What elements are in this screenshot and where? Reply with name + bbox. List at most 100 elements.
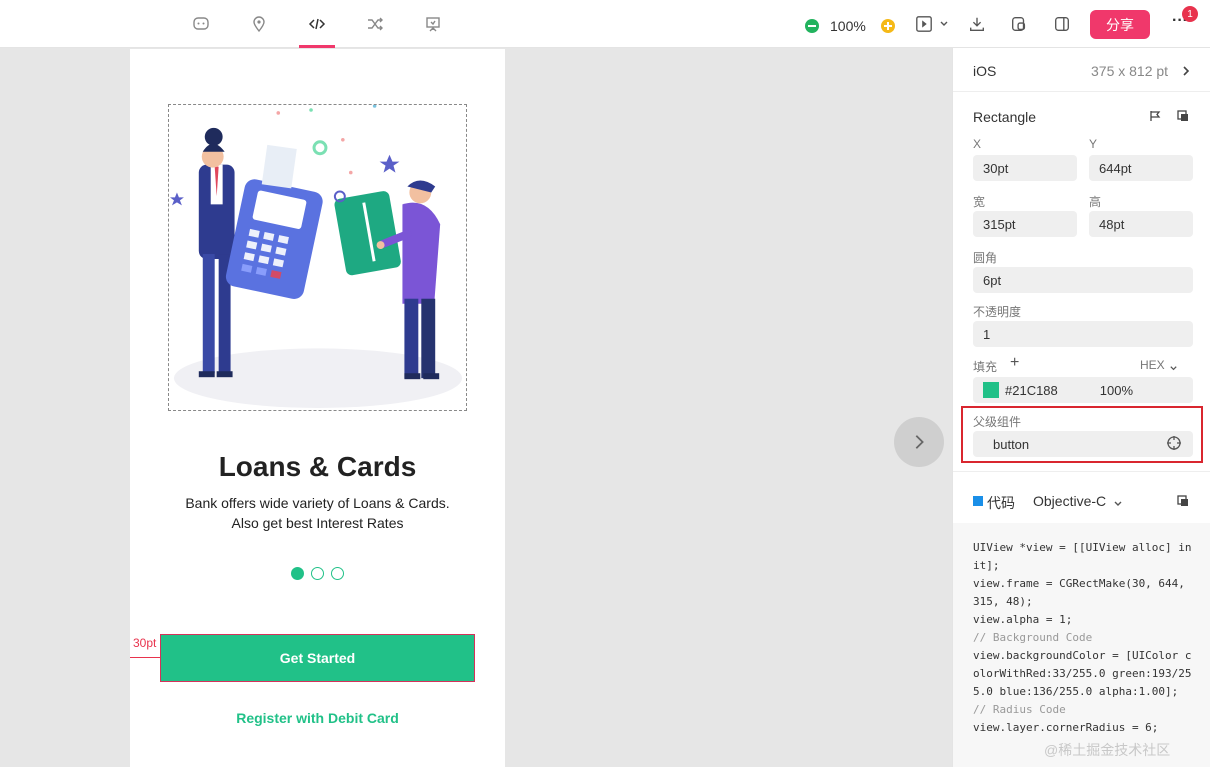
code-line: view.layer.cornerRadius = 6; [973, 721, 1159, 734]
preview-dropdown[interactable] [937, 14, 951, 34]
code-line: 5.0 blue:136/255.0 alpha:1.00]; [973, 685, 1179, 698]
download-icon [970, 17, 984, 31]
tab-code[interactable] [299, 10, 335, 38]
add-fill-button[interactable]: + [1010, 355, 1019, 371]
divider [953, 471, 1210, 472]
description-line-1: Bank offers wide variety of Loans & Card… [185, 495, 450, 511]
chevron-down-icon [1170, 366, 1177, 371]
watermark: @稀土掘金技术社区 [1044, 742, 1171, 758]
opacity-field[interactable]: 1 [973, 321, 1193, 347]
locate-parent-button[interactable] [1166, 435, 1182, 456]
inspector-panel: iOS 375 x 812 pt Rectangle X Y 30pt 644p… [952, 48, 1210, 767]
screen-description: Bank offers wide variety of Loans & Card… [130, 493, 505, 533]
y-label: Y [1089, 137, 1098, 151]
code-line: it]; [973, 559, 1000, 572]
code-line: UIView *view = [[UIView alloc] in [973, 541, 1192, 554]
flag-icon [1150, 111, 1161, 121]
screen-title: Loans & Cards [218, 451, 417, 482]
duplicate-icon [1177, 110, 1188, 121]
copy-code-button[interactable] [1177, 494, 1189, 512]
active-tab-indicator [299, 45, 335, 48]
next-screen-button[interactable] [894, 417, 944, 467]
radius-field[interactable]: 6pt [973, 267, 1193, 293]
tab-location[interactable] [241, 10, 277, 38]
zoom-in-button[interactable] [881, 19, 895, 33]
page-dot[interactable] [291, 567, 304, 580]
location-icon [253, 16, 265, 33]
fill-field[interactable]: #21C188 100% [973, 377, 1193, 403]
divider [953, 91, 1210, 92]
height-field[interactable]: 48pt [1089, 211, 1193, 237]
share-button[interactable]: 分享 [1090, 10, 1150, 39]
get-started-button[interactable]: Get Started [160, 634, 475, 682]
device-size: 375 x 812 pt [1091, 63, 1169, 79]
preview-button[interactable] [914, 14, 934, 34]
code-section-label: 代码 [987, 495, 1015, 511]
x-field[interactable]: 30pt [973, 155, 1077, 181]
page-indicator [291, 567, 344, 580]
download-button[interactable] [967, 14, 987, 34]
presentation-icon [426, 17, 440, 32]
zoom-out-button[interactable] [805, 19, 819, 33]
code-language-select[interactable]: Objective-C [1033, 493, 1106, 509]
parent-component-label: 父级组件 [973, 415, 1022, 429]
code-snippet[interactable]: UIView *view = [[UIView alloc] in it]; vie… [953, 523, 1210, 767]
chevron-right-icon [1183, 66, 1190, 76]
color-swatch[interactable] [983, 382, 999, 398]
fill-format-dropdown[interactable] [1169, 360, 1178, 378]
code-comment: // Radius Code [973, 703, 1066, 716]
code-line: view.frame = CGRectMake(30, 644, [973, 577, 1185, 590]
code-icon [308, 18, 326, 30]
device-select-button[interactable] [1181, 64, 1191, 82]
code-language-dropdown[interactable] [1113, 496, 1123, 514]
register-debit-card-link[interactable]: Register with Debit Card [130, 710, 505, 726]
illustration-layer[interactable] [168, 104, 467, 411]
copy-icon [1177, 495, 1188, 506]
copy-layer-button[interactable] [1177, 109, 1189, 127]
play-icon [916, 16, 932, 32]
tab-presentation[interactable] [415, 10, 451, 38]
tab-comment[interactable] [183, 10, 219, 38]
chevron-down-icon [940, 21, 948, 26]
code-comment: // Background Code [973, 631, 1093, 644]
fill-hex-value: #21C188 [1005, 382, 1058, 398]
fill-opacity-value: 100% [1099, 382, 1134, 398]
chevron-down-icon [1114, 501, 1122, 506]
distance-guide-label: 30pt [133, 636, 157, 650]
fill-label: 填充 [973, 360, 998, 374]
code-line: 315, 48); [973, 595, 1033, 608]
shuffle-icon [368, 17, 383, 31]
parent-component-field[interactable]: button [973, 431, 1193, 457]
zoom-level: 100% [830, 18, 866, 34]
opacity-label: 不透明度 [973, 305, 1022, 319]
page-dot[interactable] [311, 567, 324, 580]
layer-name: Rectangle [973, 109, 1037, 125]
comment-icon [193, 17, 209, 30]
flag-button[interactable] [1149, 109, 1161, 127]
distance-guide-line [130, 657, 160, 658]
width-field[interactable]: 315pt [973, 211, 1077, 237]
y-field[interactable]: 644pt [1089, 155, 1193, 181]
code-section-marker [973, 496, 983, 506]
crosshair-icon [1167, 436, 1181, 450]
code-line: view.alpha = 1; [973, 613, 1073, 626]
width-label: 宽 [973, 195, 986, 209]
toggle-panel-button[interactable] [1052, 14, 1072, 34]
copy-icon [1012, 17, 1026, 31]
page-dot[interactable] [331, 567, 344, 580]
x-label: X [973, 137, 982, 151]
plus-icon: + [1010, 354, 1020, 371]
fill-format-select[interactable]: HEX [1140, 358, 1165, 372]
code-line: olorWithRed:33/255.0 green:193/25 [973, 667, 1192, 680]
copy-link-button[interactable] [1009, 14, 1029, 34]
description-line-2: Also get best Interest Rates [231, 515, 404, 531]
tab-shuffle[interactable] [357, 10, 393, 38]
code-line: view.backgroundColor = [UIColor c [973, 649, 1192, 662]
top-toolbar: 100% 分享 ··· 1 [0, 0, 1210, 48]
chevron-right-icon [915, 435, 924, 449]
device-name: iOS [973, 63, 997, 79]
sidebar-icon [1055, 17, 1069, 31]
notification-badge: 1 [1182, 6, 1198, 22]
height-label: 高 [1089, 195, 1102, 209]
people-with-payment-terminal-illustration [169, 104, 463, 408]
